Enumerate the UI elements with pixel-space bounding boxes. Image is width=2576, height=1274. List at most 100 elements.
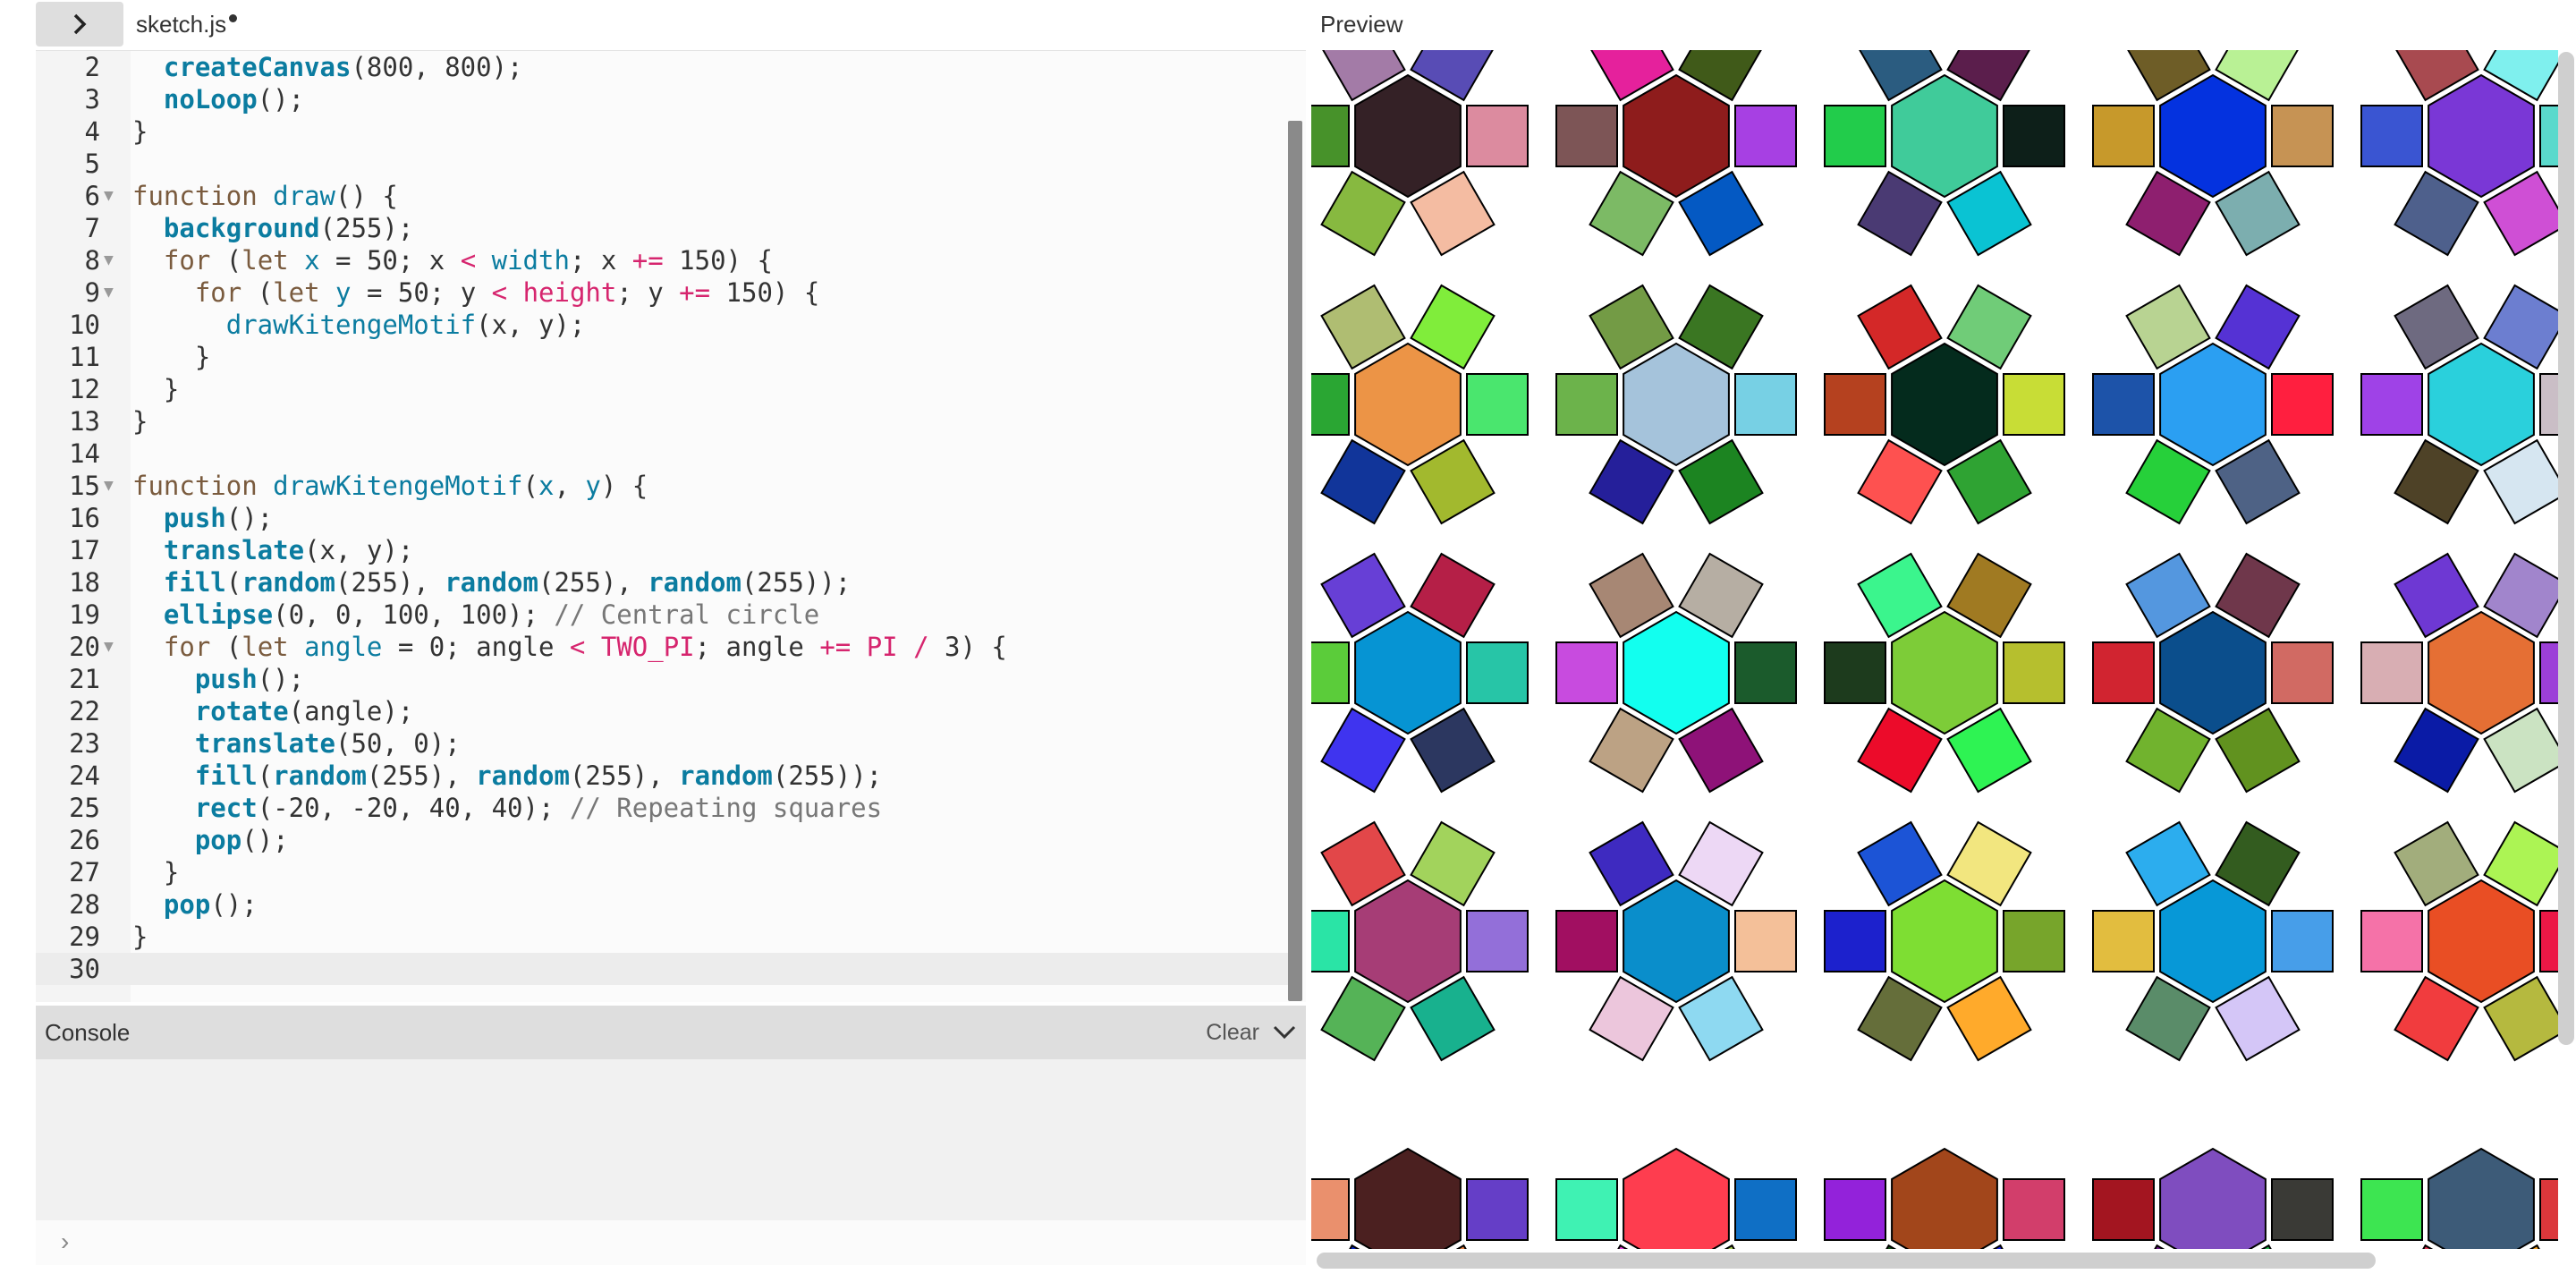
line-number: 26 (69, 825, 100, 855)
preview-canvas[interactable] (1311, 50, 2558, 1249)
code-editor[interactable]: 2 createCanvas(800, 800); 3 noLoop(); 4} 5 6… (36, 50, 1306, 1002)
motif-square (2539, 105, 2558, 167)
kitenge-motif (1824, 284, 2065, 525)
motif-center (2428, 879, 2535, 1004)
motif-square (1555, 910, 1618, 972)
kitenge-motif (2092, 1147, 2334, 1249)
code-line[interactable]: 3 noLoop(); (36, 83, 1288, 115)
code-line[interactable]: 28 pop(); (36, 888, 1288, 921)
code-line[interactable]: 7 background(255); (36, 212, 1288, 244)
code-text: fill(random(255), random(255), random(25… (163, 567, 852, 598)
code-line[interactable]: 12 } (36, 373, 1288, 405)
motif-center (1623, 610, 1730, 735)
line-number: 17 (69, 535, 100, 565)
code-line[interactable]: 29} (36, 921, 1288, 953)
line-number: 3 (84, 84, 100, 115)
code-text: pop(); (163, 889, 258, 920)
motif-square (1466, 105, 1529, 167)
motif-center (2159, 342, 2267, 467)
motif-square (1466, 1178, 1529, 1241)
motif-square (1824, 105, 1886, 167)
console-clear-button[interactable]: Clear (1206, 1020, 1297, 1046)
code-line[interactable]: 22 rotate(angle); (36, 695, 1288, 727)
code-text: push(); (163, 503, 274, 533)
fold-toggle-icon[interactable]: ▼ (104, 180, 114, 212)
line-number: 20 (69, 632, 100, 662)
line-number: 13 (69, 406, 100, 437)
code-line[interactable]: 25 rect(-20, -20, 40, 40); // Repeating … (36, 792, 1288, 824)
kitenge-motif (2092, 820, 2334, 1062)
fold-toggle-icon[interactable]: ▼ (104, 470, 114, 502)
sketch-canvas[interactable] (1311, 50, 2558, 1249)
code-line[interactable]: 6 ▼ function draw() { (36, 180, 1288, 212)
motif-square (1311, 641, 1350, 704)
line-number: 10 (69, 310, 100, 340)
code-line[interactable]: 11 } (36, 341, 1288, 373)
code-line[interactable]: 8 ▼ for (let x = 50; x < width; x += 150)… (36, 244, 1288, 276)
code-text: for (let y = 50; y < height; y += 150) { (194, 277, 820, 308)
code-line[interactable]: 30 (36, 953, 1288, 985)
motif-square (2092, 1178, 2155, 1241)
kitenge-motif (2092, 552, 2334, 794)
code-line[interactable]: 17 translate(x, y); (36, 534, 1288, 566)
line-number: 19 (69, 599, 100, 630)
expand-sidebar-button[interactable] (36, 2, 123, 47)
preview-vertical-scrollbar[interactable] (2558, 52, 2574, 1045)
code-line[interactable]: 14 (36, 437, 1288, 470)
code-line[interactable]: 4} (36, 115, 1288, 148)
line-number: 8 (84, 245, 100, 276)
motif-square (1734, 1178, 1797, 1241)
motif-center (1354, 879, 1462, 1004)
motif-square (1555, 1178, 1618, 1241)
editor-scrollbar[interactable] (1288, 121, 1302, 1001)
code-line[interactable]: 10 drawKitengeMotif(x, y); (36, 309, 1288, 341)
code-line[interactable]: 24 fill(random(255), random(255), random… (36, 760, 1288, 792)
code-line[interactable]: 26 pop(); (36, 824, 1288, 856)
kitenge-motif (1824, 1147, 2065, 1249)
fold-toggle-icon[interactable]: ▼ (104, 276, 114, 309)
line-number: 12 (69, 374, 100, 404)
preview-horizontal-scrollbar[interactable] (1317, 1253, 2376, 1269)
kitenge-motif (1555, 552, 1797, 794)
kitenge-motif (1311, 284, 1529, 525)
code-line[interactable]: 5 (36, 148, 1288, 180)
code-line[interactable]: 23 translate(50, 0); (36, 727, 1288, 760)
kitenge-motif (2360, 284, 2558, 525)
code-line[interactable]: 20 ▼ for (let angle = 0; angle < TWO_PI; … (36, 631, 1288, 663)
motif-square (1824, 373, 1886, 436)
line-number: 25 (69, 793, 100, 823)
code-line[interactable]: 19 ellipse(0, 0, 100, 100); // Central c… (36, 599, 1288, 631)
file-tab[interactable]: sketch.js (136, 11, 238, 38)
code-text: fill(random(255), random(255), random(25… (194, 760, 883, 791)
chevron-down-icon[interactable] (1272, 1023, 1297, 1041)
code-line[interactable]: 18 fill(random(255), random(255), random… (36, 566, 1288, 599)
code-line[interactable]: 13} (36, 405, 1288, 437)
code-line[interactable]: 15 ▼ function drawKitengeMotif(x, y) { (36, 470, 1288, 502)
code-text: rect(-20, -20, 40, 40); // Repeating squ… (194, 793, 883, 823)
motif-square (2092, 373, 2155, 436)
line-number: 15 (69, 471, 100, 501)
motif-square (2003, 373, 2065, 436)
motif-square (1734, 373, 1797, 436)
line-number: 16 (69, 503, 100, 533)
motif-center (1623, 342, 1730, 467)
motif-square (2360, 373, 2423, 436)
motif-square (1555, 373, 1618, 436)
motif-square (2271, 641, 2334, 704)
motif-square (2003, 1178, 2065, 1241)
kitenge-motif (1824, 820, 2065, 1062)
motif-square (2360, 105, 2423, 167)
motif-center (1891, 879, 1998, 1004)
console-input[interactable] (36, 1220, 1306, 1265)
line-number: 2 (84, 52, 100, 82)
code-line[interactable]: 16 push(); (36, 502, 1288, 534)
fold-toggle-icon[interactable]: ▼ (104, 244, 114, 276)
code-line[interactable]: 21 push(); (36, 663, 1288, 695)
code-line[interactable]: 9 ▼ for (let y = 50; y < height; y += 150… (36, 276, 1288, 309)
fold-toggle-icon[interactable]: ▼ (104, 631, 114, 663)
code-line[interactable]: 2 createCanvas(800, 800); (36, 51, 1288, 83)
code-text: ellipse(0, 0, 100, 100); // Central circ… (163, 599, 820, 630)
motif-square (1734, 105, 1797, 167)
code-line[interactable]: 27 } (36, 856, 1288, 888)
motif-square (2360, 1178, 2423, 1241)
